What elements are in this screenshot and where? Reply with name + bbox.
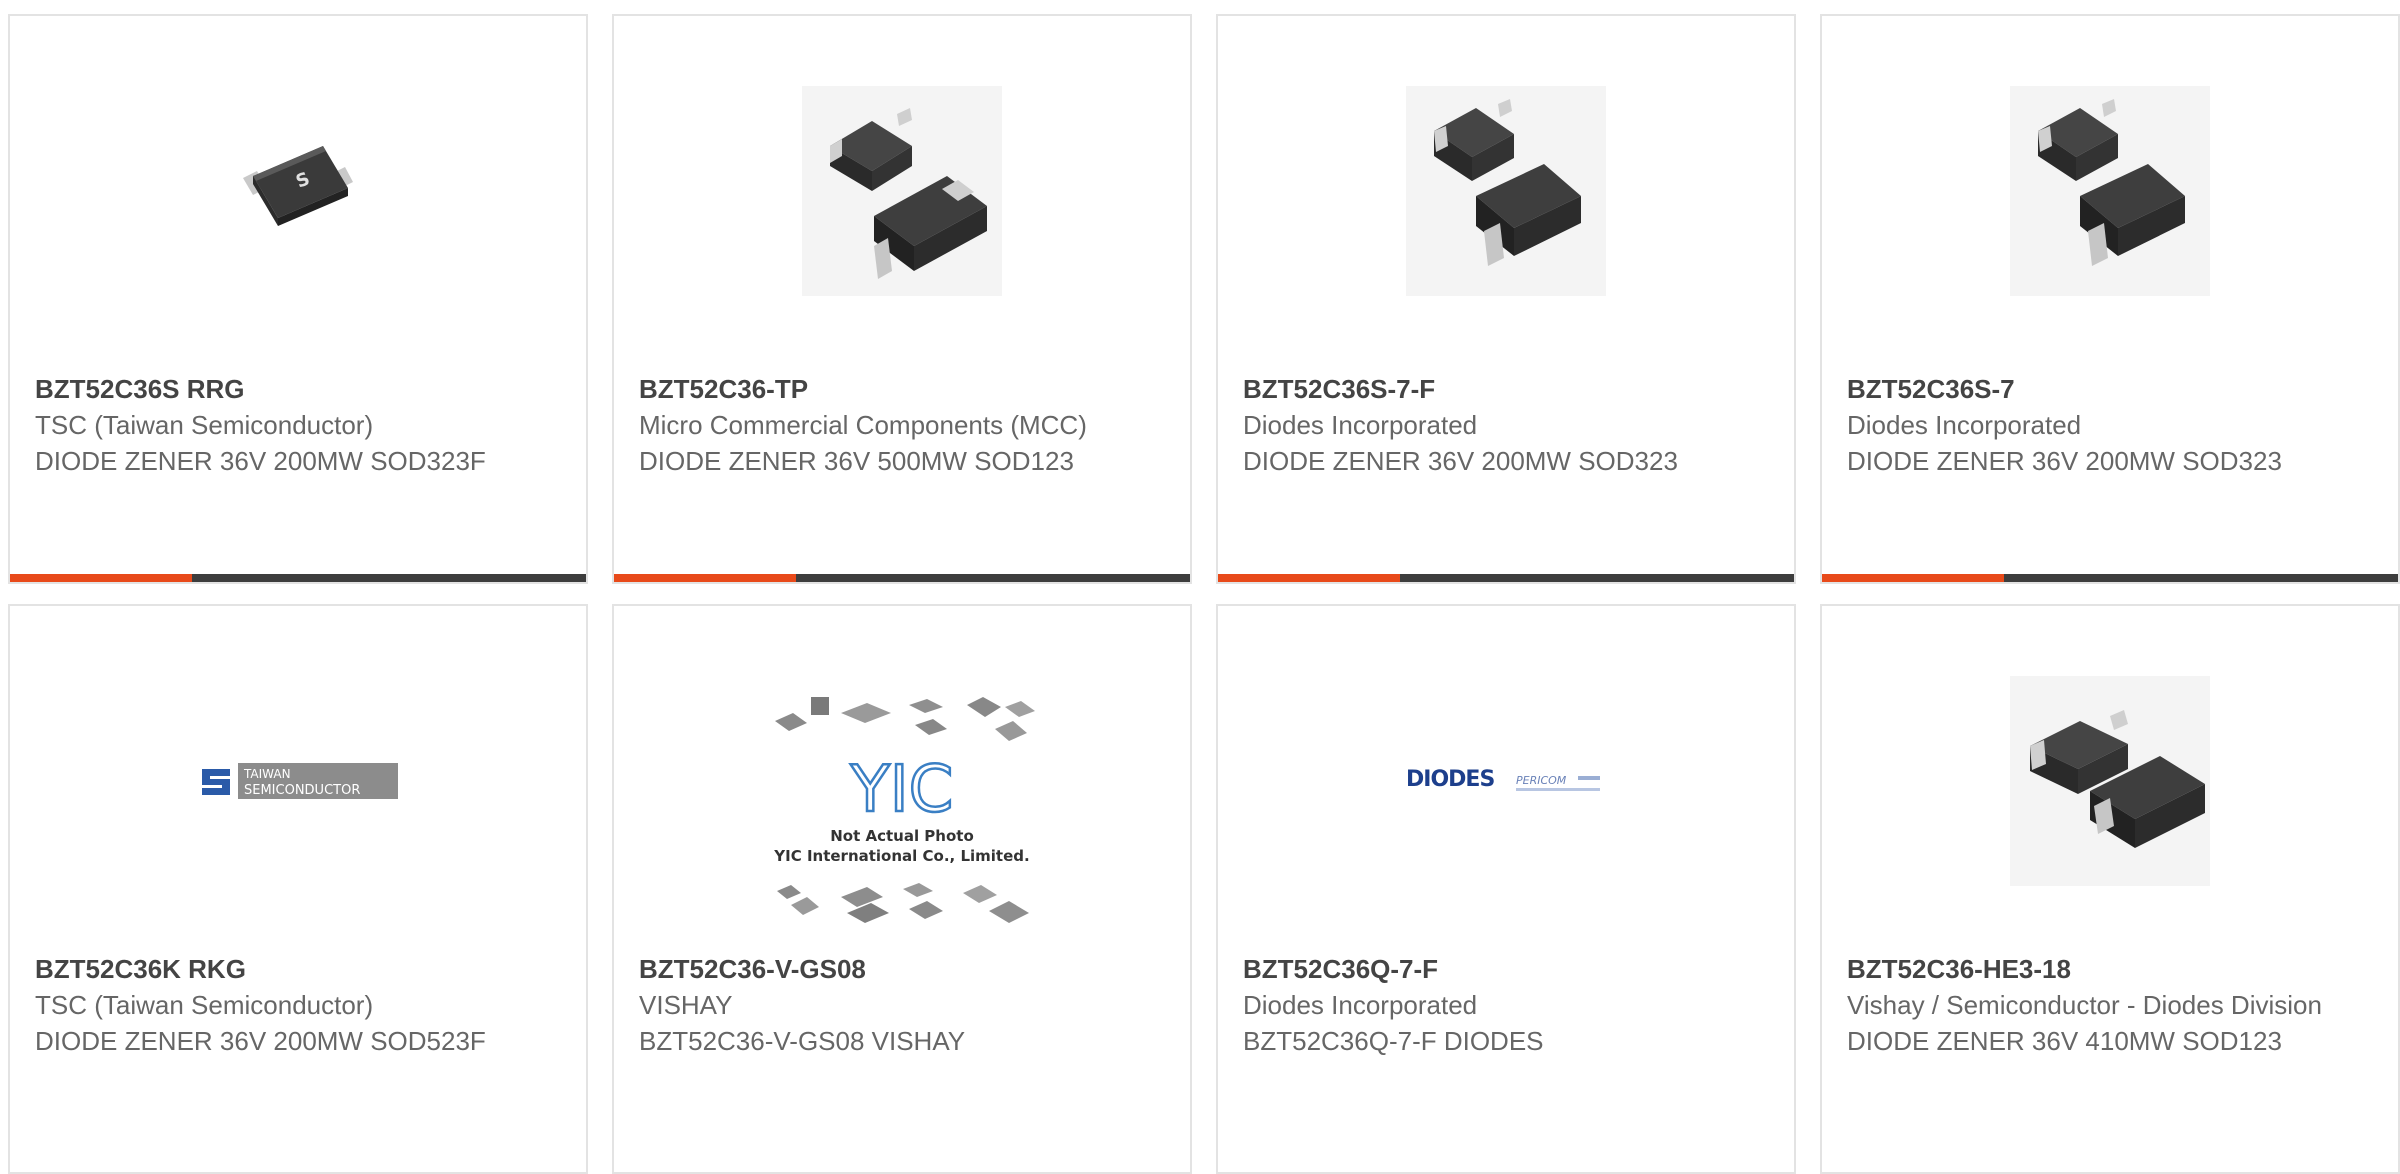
sod123-package-icon [2010,676,2210,886]
part-number-link[interactable]: BZT52C36S-7-F [1243,371,1774,407]
manufacturer-name: Diodes Incorporated [1243,990,1478,1020]
product-image[interactable] [1218,76,1794,306]
product-description: DIODE ZENER 36V 200MW SOD523F [35,1026,486,1056]
taiwan-semiconductor-logo: TAIWAN SEMICONDUCTOR [198,763,398,799]
product-card[interactable]: DIODES PERICOM BZT52C36Q-7-F Diodes Inco… [1216,604,1796,1174]
part-number-link[interactable]: BZT52C36S-7 [1847,371,2378,407]
part-number-link[interactable]: BZT52C36-HE3-18 [1847,951,2378,987]
product-image[interactable]: S [10,76,586,306]
product-description: BZT52C36Q-7-F DIODES [1243,1026,1544,1056]
yic-placeholder-image: YIC Not Actual Photo YIC International C… [773,697,1035,923]
product-info: BZT52C36S-7 Diodes Incorporated DIODE ZE… [1847,371,2378,479]
product-image[interactable] [1822,76,2398,306]
product-description: DIODE ZENER 36V 200MW SOD323F [35,446,486,476]
part-number-link[interactable]: BZT52C36K RKG [35,951,566,987]
card-bottom-bar [10,574,586,582]
product-description: DIODE ZENER 36V 500MW SOD123 [639,446,1074,476]
card-bottom-bar [1822,574,2398,582]
product-image[interactable] [1822,666,2398,896]
sod323-package-icon [2010,86,2210,296]
part-number-link[interactable]: BZT52C36-V-GS08 [639,951,1170,987]
sod323-package-icon [1406,86,1606,296]
product-card[interactable]: BZT52C36S-7 Diodes Incorporated DIODE ZE… [1820,14,2400,584]
product-card[interactable]: BZT52C36-TP Micro Commercial Components … [612,14,1192,584]
manufacturer-name: TSC (Taiwan Semiconductor) [35,410,374,440]
diodes-logo-text: DIODES [1406,767,1494,792]
sod323f-package-icon: S [243,146,353,226]
product-info: BZT52C36-HE3-18 Vishay / Semiconductor -… [1847,951,2378,1059]
manufacturer-name: Diodes Incorporated [1243,410,1478,440]
product-card[interactable]: S BZT52C36S RRG TSC (Taiwan Semiconducto… [8,14,588,584]
manufacturer-name: TSC (Taiwan Semiconductor) [35,990,374,1020]
product-description: DIODE ZENER 36V 200MW SOD323 [1243,446,1678,476]
product-card[interactable]: BZT52C36S-7-F Diodes Incorporated DIODE … [1216,14,1796,584]
manufacturer-name: Diodes Incorporated [1847,410,2082,440]
product-image[interactable] [614,76,1190,306]
product-info: BZT52C36S RRG TSC (Taiwan Semiconductor)… [35,371,566,479]
product-info: BZT52C36S-7-F Diodes Incorporated DIODE … [1243,371,1774,479]
product-image[interactable]: TAIWAN SEMICONDUCTOR [10,666,586,896]
product-card[interactable]: TAIWAN SEMICONDUCTOR BZT52C36K RKG TSC (… [8,604,588,1174]
product-card[interactable]: YIC Not Actual Photo YIC International C… [612,604,1192,1174]
card-accent-bar [614,574,796,582]
yic-logo-text: YIC [850,753,954,827]
card-bottom-bar [1218,574,1794,582]
card-accent-bar [10,574,192,582]
yic-company-text: YIC International Co., Limited. [773,847,1029,865]
product-image[interactable]: YIC Not Actual Photo YIC International C… [614,691,1190,931]
diodes-pericom-logo: DIODES PERICOM [1406,767,1600,792]
part-number-link[interactable]: BZT52C36-TP [639,371,1170,407]
product-description: BZT52C36-V-GS08 VISHAY [639,1026,966,1056]
manufacturer-name: Micro Commercial Components (MCC) [639,410,1087,440]
manufacturer-name: VISHAY [639,990,733,1020]
product-info: BZT52C36Q-7-F Diodes Incorporated BZT52C… [1243,951,1774,1059]
product-info: BZT52C36K RKG TSC (Taiwan Semiconductor)… [35,951,566,1059]
product-description: DIODE ZENER 36V 410MW SOD123 [1847,1026,2282,1056]
manufacturer-name: Vishay / Semiconductor - Diodes Division [1847,990,2322,1020]
product-info: BZT52C36-V-GS08 VISHAY BZT52C36-V-GS08 V… [639,951,1170,1059]
card-accent-bar [1218,574,1400,582]
product-info: BZT52C36-TP Micro Commercial Components … [639,371,1170,479]
product-image[interactable]: DIODES PERICOM [1218,666,1794,896]
part-number-link[interactable]: BZT52C36S RRG [35,371,566,407]
logo-text-taiwan: TAIWAN [243,767,291,781]
not-actual-photo-text: Not Actual Photo [830,827,974,845]
sod123-package-icon [802,86,1002,296]
product-card[interactable]: BZT52C36-HE3-18 Vishay / Semiconductor -… [1820,604,2400,1174]
part-number-link[interactable]: BZT52C36Q-7-F [1243,951,1774,987]
product-grid: S BZT52C36S RRG TSC (Taiwan Semiconducto… [0,0,2400,1174]
pericom-logo-text: PERICOM [1516,774,1567,787]
product-description: DIODE ZENER 36V 200MW SOD323 [1847,446,2282,476]
card-bottom-bar [614,574,1190,582]
logo-text-semiconductor: SEMICONDUCTOR [244,783,360,798]
card-accent-bar [1822,574,2004,582]
